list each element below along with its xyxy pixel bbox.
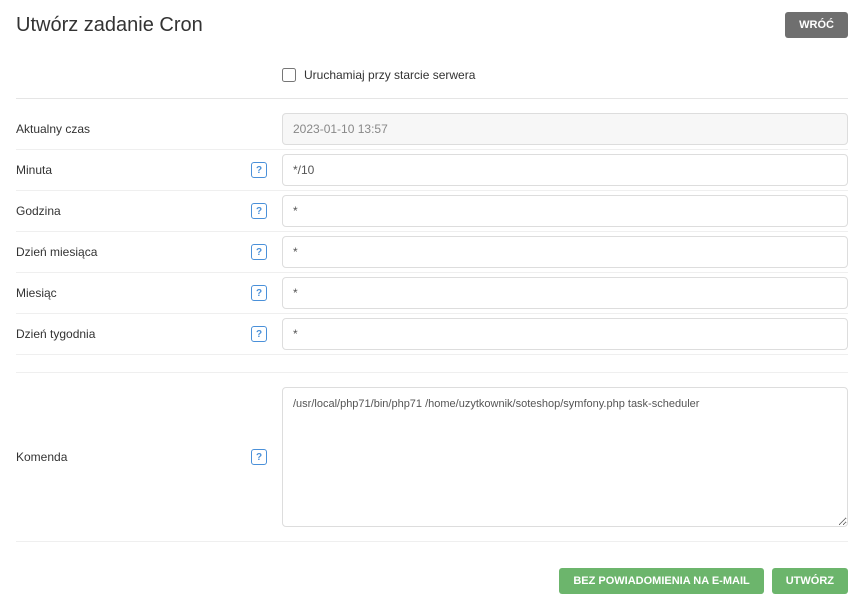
run-on-start-row: Uruchamiaj przy starcie serwera <box>16 60 848 99</box>
command-label: Komenda <box>16 450 236 464</box>
minute-label: Minuta <box>16 163 236 177</box>
day-week-row: Dzień tygodnia ? <box>16 314 848 355</box>
help-icon[interactable]: ? <box>251 285 267 301</box>
current-time-row: Aktualny czas <box>16 109 848 150</box>
day-week-input[interactable] <box>282 318 848 350</box>
month-label: Miesiąc <box>16 286 236 300</box>
day-month-label: Dzień miesiąca <box>16 245 236 259</box>
hour-row: Godzina ? <box>16 191 848 232</box>
current-time-input <box>282 113 848 145</box>
day-week-label: Dzień tygodnia <box>16 327 236 341</box>
help-icon[interactable]: ? <box>251 244 267 260</box>
help-icon[interactable]: ? <box>251 203 267 219</box>
minute-row: Minuta ? <box>16 150 848 191</box>
day-month-input[interactable] <box>282 236 848 268</box>
no-email-button[interactable]: BEZ POWIADOMIENIA NA E-MAIL <box>559 568 763 594</box>
month-row: Miesiąc ? <box>16 273 848 314</box>
back-button[interactable]: WRÓĆ <box>785 12 848 38</box>
command-textarea[interactable] <box>282 387 848 527</box>
minute-input[interactable] <box>282 154 848 186</box>
hour-input[interactable] <box>282 195 848 227</box>
run-on-start-checkbox[interactable] <box>282 68 296 82</box>
month-input[interactable] <box>282 277 848 309</box>
footer-actions: BEZ POWIADOMIENIA NA E-MAIL UTWÓRZ <box>16 568 848 594</box>
create-button[interactable]: UTWÓRZ <box>772 568 848 594</box>
run-on-start-label: Uruchamiaj przy starcie serwera <box>304 68 475 82</box>
page-title: Utwórz zadanie Cron <box>16 14 203 37</box>
command-row: Komenda ? <box>16 373 848 542</box>
hour-label: Godzina <box>16 204 236 218</box>
current-time-label: Aktualny czas <box>16 122 236 136</box>
day-month-row: Dzień miesiąca ? <box>16 232 848 273</box>
help-icon[interactable]: ? <box>251 162 267 178</box>
help-icon[interactable]: ? <box>251 326 267 342</box>
help-icon[interactable]: ? <box>251 449 267 465</box>
